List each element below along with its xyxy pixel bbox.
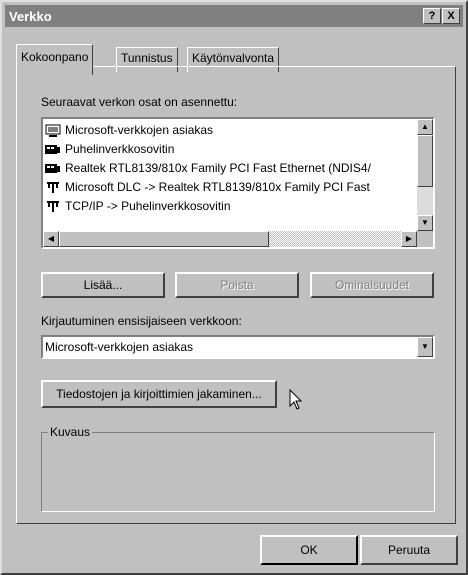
tab-tunnistus-label: Tunnistus [121,51,173,65]
adapter-icon [45,143,61,157]
protocol-icon [45,200,61,214]
close-button[interactable]: X [442,8,460,24]
tab-kokoonpano-label: Kokoonpano [21,50,89,64]
properties-button-label: Ominaisuudet [334,278,410,292]
cancel-button-label: Peruuta [387,543,431,557]
scroll-right-button[interactable]: ▶ [401,231,417,247]
file-printer-sharing-button[interactable]: Tiedostojen ja kirjoittimien jakaminen..… [41,380,277,408]
list-item[interactable]: TCP/IP -> Puhelinverkkosovitin [45,197,231,216]
installed-components-label: Seuraavat verkon osat on asennettu: [41,95,238,109]
vertical-scrollbar[interactable]: ▲ ▼ [417,119,433,231]
chevron-down-icon[interactable]: ▼ [417,337,433,357]
adapter-icon [45,162,61,176]
ok-button-label: OK [300,543,318,557]
scroll-thumb[interactable] [417,135,433,187]
primary-login-select[interactable]: Microsoft-verkkojen asiakas ▼ [41,335,435,359]
horizontal-scrollbar[interactable]: ◀ ▶ [43,231,417,247]
list-item-label: Realtek RTL8139/810x Family PCI Fast Eth… [65,161,371,175]
list-item[interactable]: Realtek RTL8139/810x Family PCI Fast Eth… [45,159,371,178]
scroll-corner [417,231,433,247]
scroll-down-button[interactable]: ▼ [417,215,433,231]
list-item-label: Puhelinverkkosovitin [65,142,175,156]
remove-button-label: Poista [220,278,254,292]
list-item-label: TCP/IP -> Puhelinverkkosovitin [65,199,231,213]
scroll-left-button[interactable]: ◀ [43,231,59,247]
list-item-label: Microsoft DLC -> Realtek RTL8139/810x Fa… [65,180,370,194]
tab-kokoonpano[interactable]: Kokoonpano [16,44,94,75]
sharing-button-label: Tiedostojen ja kirjoittimien jakaminen..… [56,387,262,401]
add-button[interactable]: Lisää... [41,272,165,298]
description-group: Kuvaus [41,425,435,512]
help-button[interactable]: ? [423,8,441,24]
list-item[interactable]: Microsoft-verkkojen asiakas [45,121,213,140]
tab-panel: Seuraavat verkon osat on asennettu: Micr… [16,66,456,524]
list-item[interactable]: Microsoft DLC -> Realtek RTL8139/810x Fa… [45,178,370,197]
remove-button[interactable]: Poista [175,272,299,298]
primary-login-label: Kirjautuminen ensisijaiseen verkkoon: [41,314,242,328]
protocol-icon [45,181,61,195]
tab-kaytonvalvonta-label: Käytönvalvonta [192,51,275,65]
components-listbox[interactable]: Microsoft-verkkojen asiakas Puhelinverkk… [41,117,435,249]
scroll-up-button[interactable]: ▲ [417,119,433,135]
cancel-button[interactable]: Peruuta [360,535,458,565]
network-dialog: Verkko ? X Kokoonpano Tunnistus Käytönva… [0,0,468,575]
list-item[interactable]: Puhelinverkkosovitin [45,140,174,159]
mouse-cursor-icon [289,389,303,410]
title-bar: Verkko ? X [5,5,463,27]
list-item-label: Microsoft-verkkojen asiakas [65,123,214,137]
window-title: Verkko [9,9,52,24]
ok-button[interactable]: OK [260,535,358,565]
description-label: Kuvaus [48,425,93,439]
properties-button[interactable]: Ominaisuudet [310,272,434,298]
add-button-label: Lisää... [83,278,123,292]
h-scroll-thumb[interactable] [59,231,269,247]
primary-login-value: Microsoft-verkkojen asiakas [45,340,194,354]
network-client-icon [45,124,61,138]
